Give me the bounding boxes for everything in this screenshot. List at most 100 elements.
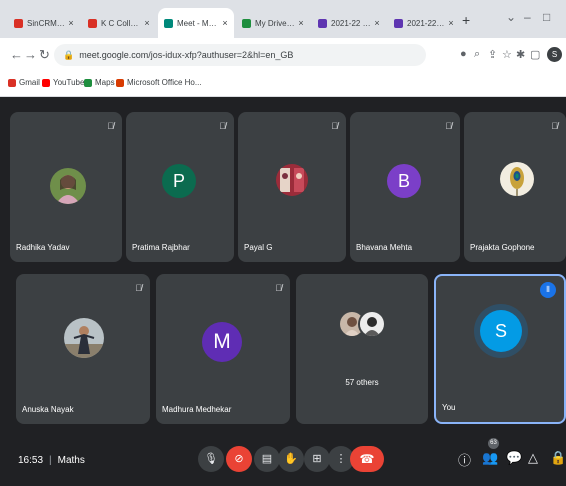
raise-hand-icon[interactable]: ✋: [278, 446, 304, 472]
mic-icon[interactable]: 🎙: [198, 446, 224, 472]
tab-title: 2021-22 - Attendar: [331, 18, 372, 28]
meet-icon: [164, 18, 173, 28]
zoom-icon[interactable]: ⌕: [474, 48, 480, 61]
maps-icon: [84, 78, 92, 87]
others-tile[interactable]: 57 others: [296, 274, 428, 424]
participant-tile[interactable]: 🎙̸ M Madhura Medhekar: [156, 274, 290, 424]
browser-chrome: SinCRM - sonia × K C College of Ar × Mee…: [0, 0, 566, 97]
phone-hangup-icon: ☎: [359, 452, 375, 466]
tab-bar: SinCRM - sonia × K C College of Ar × Mee…: [0, 0, 566, 38]
others-count-label: 57 others: [345, 378, 379, 387]
profile-avatar[interactable]: S: [547, 47, 562, 62]
forms-icon: [318, 18, 327, 28]
maximize-button[interactable]: □: [543, 10, 550, 24]
share-icon[interactable]: ⇪: [488, 48, 497, 61]
close-icon[interactable]: ×: [372, 18, 382, 28]
tab-attendance-2[interactable]: 2021-22 - Attendar ×: [388, 8, 460, 38]
participant-tile[interactable]: 🎙̸ Radhika Yadav: [10, 112, 122, 262]
participant-name: Pratima Rajbhar: [132, 243, 190, 252]
mic-off-icon: 🎙̸: [219, 121, 226, 131]
separator: |: [49, 455, 52, 466]
tab-sincrm[interactable]: SinCRM - sonia ×: [8, 8, 80, 38]
mic-off-icon: 🎙̸: [135, 283, 142, 293]
avatar: P: [162, 164, 196, 198]
tab-title: K C College of Ar: [101, 18, 142, 28]
close-icon[interactable]: ×: [142, 18, 152, 28]
host-controls-icon[interactable]: 🔒: [550, 450, 566, 466]
participant-name: Madhura Medhekar: [162, 405, 232, 414]
close-icon[interactable]: ×: [296, 18, 306, 28]
address-row: ← → ↻ 🔒 meet.google.com/jos-idux-xfp?aut…: [0, 38, 566, 72]
reload-icon[interactable]: ↻: [39, 47, 50, 63]
tab-college[interactable]: K C College of Ar ×: [82, 8, 156, 38]
extensions-icon[interactable]: ✱: [516, 48, 525, 61]
url-text: meet.google.com/jos-idux-xfp?authuser=2&…: [79, 50, 294, 60]
tab-title: Meet - Maths: [177, 18, 220, 28]
participant-tile[interactable]: 🎙̸ B Bhavana Mehta: [350, 112, 460, 262]
tab-title: 2021-22 - Attendar: [407, 18, 446, 28]
tab-meet[interactable]: Meet - Maths ×: [158, 8, 234, 38]
close-icon[interactable]: ×: [220, 18, 230, 28]
bookmark-office[interactable]: Microsoft Office Ho...: [116, 78, 202, 87]
mic-off-icon: 🎙̸: [445, 121, 452, 131]
camera-off-icon[interactable]: ⊘: [226, 446, 252, 472]
meeting-name: Maths: [57, 455, 85, 466]
back-icon[interactable]: ←: [10, 47, 23, 62]
avatar: B: [387, 164, 421, 198]
meeting-control-bar: 16:53 | Maths 🎙 ⊘ ▤ ✋ ⊞ ⋮ ☎ ⓘ 👥 63 💬 △ 🔒: [0, 432, 566, 486]
new-tab-button[interactable]: +: [462, 12, 470, 28]
mic-off-icon: 🎙̸: [331, 121, 338, 131]
office-icon: [116, 78, 124, 87]
close-icon[interactable]: ×: [446, 18, 456, 28]
gmail-icon: [88, 18, 97, 28]
participant-tile[interactable]: 🎙̸ Anuska Nayak: [16, 274, 150, 424]
avatar: S: [480, 310, 522, 352]
sidepanel-icon[interactable]: ▢: [530, 48, 540, 61]
bookmark-gmail[interactable]: Gmail: [8, 78, 40, 87]
participant-name: Anuska Nayak: [22, 405, 74, 414]
participant-name: Bhavana Mehta: [356, 243, 413, 252]
self-tile[interactable]: ⦀ S You: [434, 274, 566, 424]
drive-icon: [242, 18, 251, 28]
bookmark-maps[interactable]: Maps: [84, 78, 115, 87]
tab-attendance-1[interactable]: 2021-22 - Attendar ×: [312, 8, 386, 38]
participant-name: You: [442, 403, 456, 412]
present-icon[interactable]: ⊞: [304, 446, 330, 472]
speaking-indicator-icon: ⦀: [540, 282, 556, 298]
info-icon[interactable]: ⓘ: [458, 450, 471, 469]
end-call-button[interactable]: ☎: [350, 446, 384, 472]
chat-icon[interactable]: 💬: [506, 450, 522, 466]
avatar-ring: S: [474, 304, 528, 358]
avatar: [358, 310, 386, 338]
bookmark-star-icon[interactable]: ☆: [502, 48, 512, 61]
avatar: [500, 162, 534, 196]
mic-off-icon: 🎙̸: [107, 121, 114, 131]
participant-name: Payal G: [244, 243, 273, 252]
avatar: [50, 168, 86, 204]
mic-off-icon: 🎙̸: [551, 121, 558, 131]
bookmark-youtube[interactable]: YouTube: [42, 78, 84, 87]
tab-title: My Drive - Googl: [255, 18, 296, 28]
participant-name: Prajakta Gophone: [470, 243, 535, 252]
participant-tile[interactable]: 🎙̸ P Pratima Rajbhar: [126, 112, 234, 262]
avatar: [276, 164, 308, 196]
lock-icon: 🔒: [63, 49, 75, 60]
chevron-down-icon[interactable]: ⌄: [506, 10, 516, 24]
activities-icon[interactable]: △: [528, 450, 538, 466]
bookmarks-bar: Gmail YouTube Maps Microsoft Office Ho..…: [0, 72, 566, 97]
current-time: 16:53: [18, 455, 44, 466]
captions-icon[interactable]: ▤: [254, 446, 280, 472]
gmail-icon: [8, 78, 16, 87]
avatar: [64, 318, 104, 358]
forward-icon[interactable]: →: [24, 47, 37, 62]
forms-icon: [394, 18, 403, 28]
minimize-button[interactable]: –: [524, 10, 531, 24]
camera-indicator-icon[interactable]: ●: [460, 48, 467, 60]
tab-drive[interactable]: My Drive - Googl ×: [236, 8, 310, 38]
participant-tile[interactable]: 🎙̸ Payal G: [238, 112, 346, 262]
people-icon[interactable]: 👥: [482, 450, 498, 466]
address-bar[interactable]: 🔒 meet.google.com/jos-idux-xfp?authuser=…: [54, 44, 426, 66]
participant-tile[interactable]: 🎙̸ Prajakta Gophone: [464, 112, 566, 262]
close-icon[interactable]: ×: [66, 18, 76, 28]
tab-title: SinCRM - sonia: [27, 18, 66, 28]
